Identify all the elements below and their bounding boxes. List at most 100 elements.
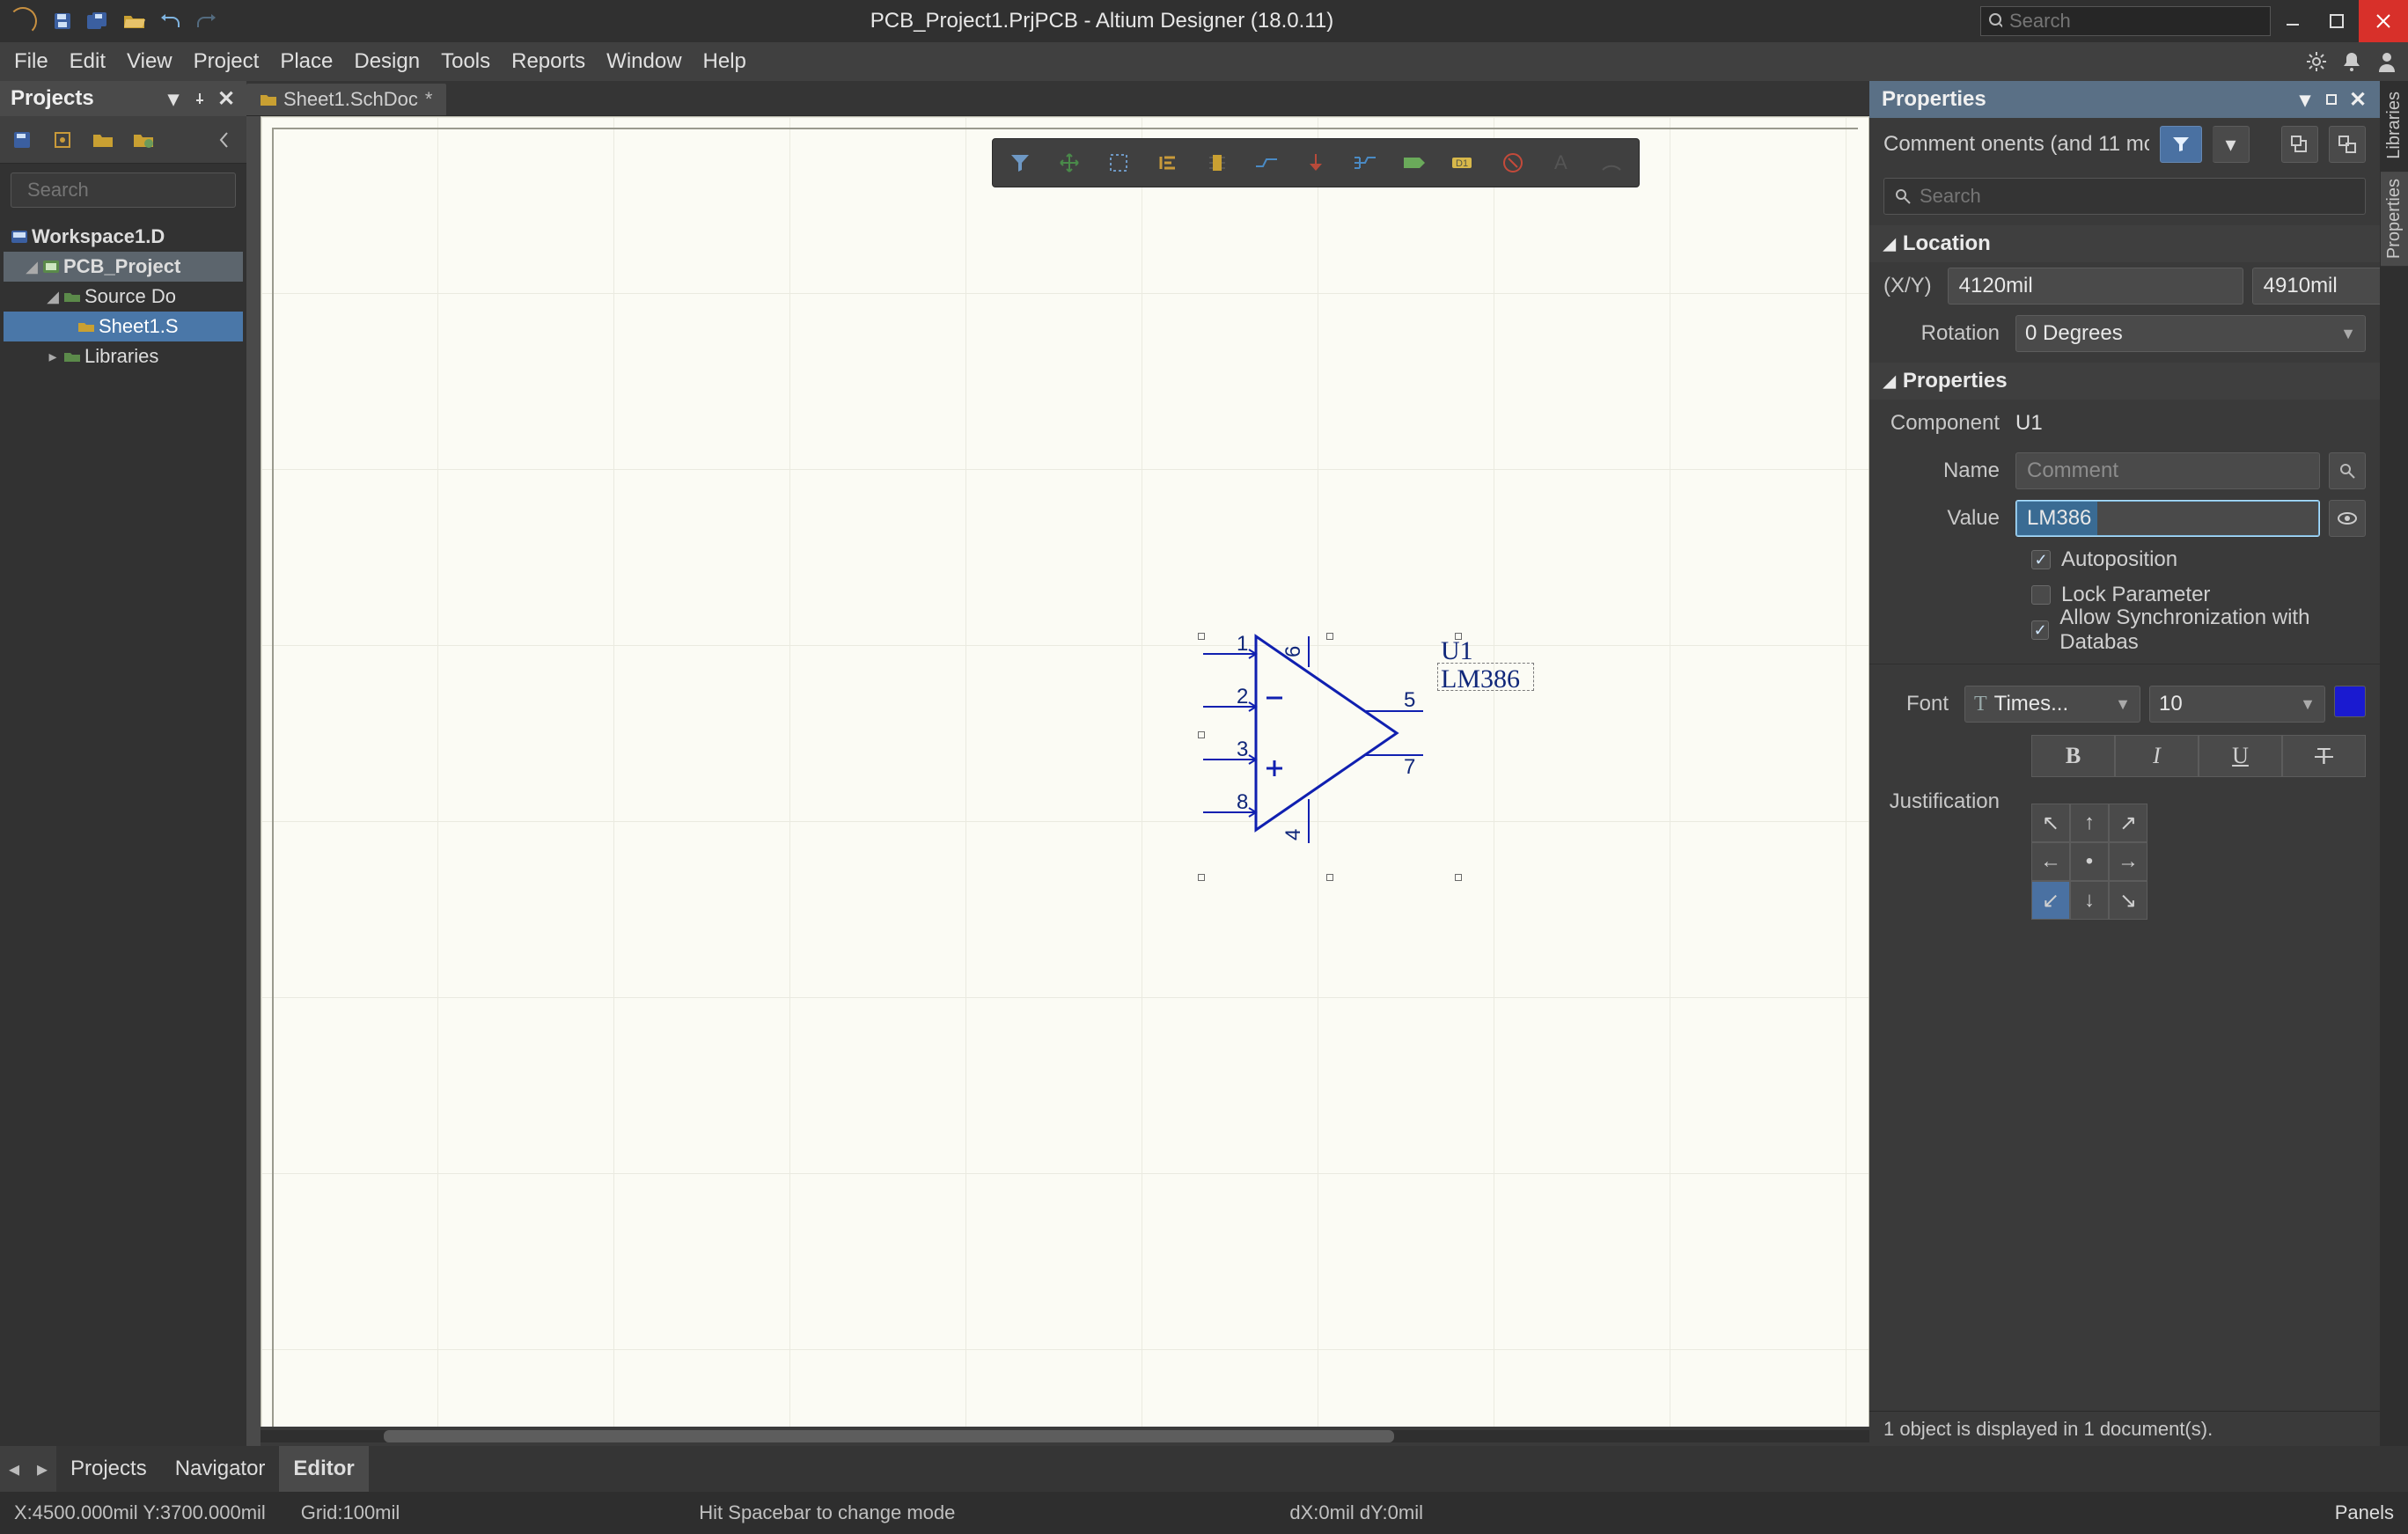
select-connected-icon[interactable] (2281, 126, 2318, 163)
maximize-button[interactable] (2315, 0, 2359, 42)
filter-button[interactable] (2160, 126, 2202, 163)
just-bl[interactable]: ↙ (2031, 881, 2070, 920)
panel-pin-icon[interactable] (190, 89, 209, 108)
place-port-icon[interactable] (1399, 148, 1429, 178)
menu-window[interactable]: Window (596, 42, 692, 81)
menu-place[interactable]: Place (269, 42, 343, 81)
projects-tree[interactable]: Workspace1.D ◢ PCB_Project ◢ Source Do S… (0, 213, 246, 1446)
tree-libraries[interactable]: ▸ Libraries (4, 341, 243, 371)
select-icon[interactable] (1104, 148, 1134, 178)
just-ml[interactable]: ← (2031, 842, 2070, 881)
just-mr[interactable]: → (2109, 842, 2147, 881)
bold-button[interactable]: B (2031, 735, 2115, 777)
panel-close-icon[interactable]: ✕ (2348, 90, 2368, 109)
dropdown-font-name[interactable]: T Times... ▼ (1964, 686, 2140, 723)
just-tc[interactable]: ↑ (2070, 804, 2109, 842)
place-power-icon[interactable] (1301, 148, 1331, 178)
place-text-icon[interactable]: A (1547, 148, 1577, 178)
menu-edit[interactable]: Edit (59, 42, 116, 81)
dropdown-font-size[interactable]: 10 ▼ (2149, 686, 2325, 723)
tree-source[interactable]: ◢ Source Do (4, 282, 243, 312)
tree-sheet[interactable]: Sheet1.S (4, 312, 243, 341)
properties-search[interactable] (1869, 171, 2380, 220)
bottom-tab-projects[interactable]: Projects (56, 1446, 161, 1492)
bottom-tab-navigator[interactable]: Navigator (161, 1446, 280, 1492)
titlebar-search-input[interactable] (2009, 10, 2263, 33)
tree-project[interactable]: ◢ PCB_Project (4, 252, 243, 282)
menu-reports[interactable]: Reports (501, 42, 596, 81)
strike-button[interactable]: T (2282, 735, 2366, 777)
side-tab-properties[interactable]: Properties (2381, 172, 2408, 266)
visibility-button[interactable] (2329, 500, 2366, 537)
schematic-canvas[interactable]: D1 A (246, 116, 1869, 1446)
projects-search[interactable] (0, 164, 246, 213)
tab-scroll-left[interactable]: ◂ (0, 1446, 28, 1492)
section-properties[interactable]: ◢Properties (1869, 363, 2380, 400)
undo-icon[interactable] (153, 5, 188, 37)
menu-view[interactable]: View (116, 42, 183, 81)
properties-search-input[interactable] (1920, 185, 2354, 208)
minimize-button[interactable] (2271, 0, 2315, 42)
save-icon[interactable] (46, 5, 79, 37)
projects-search-input[interactable] (27, 179, 281, 202)
panel-close-icon[interactable]: ✕ (217, 89, 236, 108)
place-arc-icon[interactable] (1597, 148, 1626, 178)
align-icon[interactable] (1153, 148, 1183, 178)
menu-project[interactable]: Project (183, 42, 270, 81)
just-br[interactable]: ↘ (2109, 881, 2147, 920)
just-tr[interactable]: ↗ (2109, 804, 2147, 842)
save-all-icon[interactable] (79, 5, 116, 37)
menu-help[interactable]: Help (693, 42, 757, 81)
place-noerc-icon[interactable] (1498, 148, 1528, 178)
place-wire-icon[interactable] (1252, 148, 1281, 178)
proj-tb-3[interactable] (88, 125, 118, 155)
close-button[interactable] (2359, 0, 2408, 42)
user-icon[interactable] (2369, 44, 2404, 79)
menu-tools[interactable]: Tools (430, 42, 501, 81)
proj-tb-4[interactable] (128, 125, 158, 155)
h-scrollbar[interactable] (261, 1427, 1869, 1446)
select-all-icon[interactable] (2329, 126, 2366, 163)
panel-menu-icon[interactable]: ▾ (164, 89, 183, 108)
settings-icon[interactable] (2299, 44, 2334, 79)
panel-menu-icon[interactable]: ▾ (2295, 90, 2315, 109)
menu-design[interactable]: Design (343, 42, 430, 81)
doc-tab-sheet1[interactable]: Sheet1.SchDoc * (246, 84, 446, 115)
move-icon[interactable] (1054, 148, 1084, 178)
place-bus-icon[interactable] (1350, 148, 1380, 178)
chk-allowsync[interactable]: ✓Allow Synchronization with Databas (1883, 613, 2366, 648)
comp-designator[interactable]: U1 (1441, 636, 1473, 666)
bottom-tab-editor[interactable]: Editor (279, 1446, 368, 1492)
chk-autoposition[interactable]: ✓Autoposition (1883, 542, 2366, 577)
italic-button[interactable]: I (2115, 735, 2199, 777)
font-color-swatch[interactable] (2334, 686, 2366, 717)
schematic-component[interactable]: 1 2 3 8 5 7 6 4 U1 LM386 (1194, 619, 1494, 883)
proj-tb-1[interactable] (7, 125, 37, 155)
just-mc[interactable]: • (2070, 842, 2109, 881)
place-netlabel-icon[interactable]: D1 (1449, 148, 1479, 178)
just-bc[interactable]: ↓ (2070, 881, 2109, 920)
redo-icon[interactable] (188, 5, 224, 37)
dropdown-rotation[interactable]: 0 Degrees ▼ (2015, 315, 2366, 352)
tree-workspace[interactable]: Workspace1.D (4, 222, 243, 252)
menu-file[interactable]: File (4, 42, 59, 81)
filter-dropdown[interactable]: ▾ (2213, 126, 2250, 163)
proj-tb-2[interactable] (48, 125, 77, 155)
notifications-icon[interactable] (2334, 44, 2369, 79)
just-tl[interactable]: ↖ (2031, 804, 2070, 842)
input-name[interactable] (2015, 452, 2320, 489)
panel-pin-icon[interactable] (2322, 90, 2341, 109)
tab-scroll-right[interactable]: ▸ (28, 1446, 56, 1492)
filter-icon[interactable] (1005, 148, 1035, 178)
place-part-icon[interactable] (1202, 148, 1232, 178)
underline-button[interactable]: U (2199, 735, 2282, 777)
input-y[interactable] (2252, 268, 2380, 305)
section-location[interactable]: ◢Location (1869, 225, 2380, 262)
open-icon[interactable] (116, 5, 153, 37)
status-panels-button[interactable]: Panels (2335, 1501, 2394, 1524)
input-x[interactable] (1948, 268, 2243, 305)
side-tab-libraries[interactable]: Libraries (2381, 84, 2408, 166)
name-lookup-button[interactable] (2329, 452, 2366, 489)
input-value[interactable] (2015, 500, 2320, 537)
titlebar-search[interactable] (1980, 6, 2271, 36)
